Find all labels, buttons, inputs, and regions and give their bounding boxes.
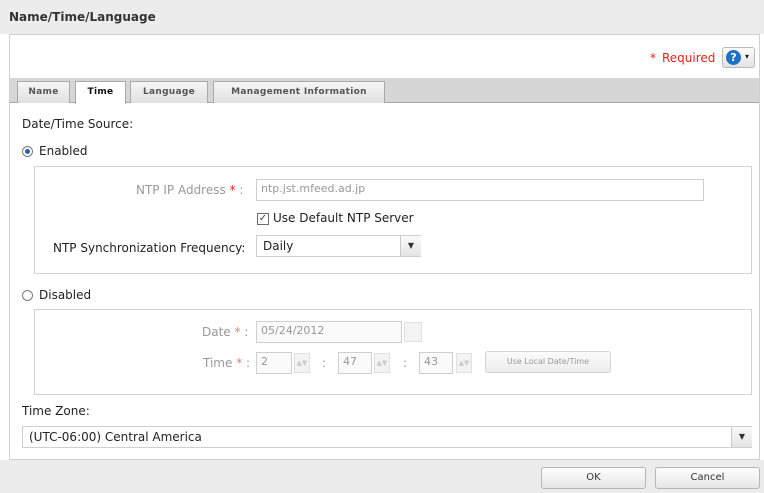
- time-hour-input[interactable]: 2: [256, 352, 292, 374]
- ok-button[interactable]: OK: [541, 467, 646, 489]
- time-minute-spinner-icon[interactable]: ▲▼: [374, 353, 390, 373]
- help-icon: ?: [726, 50, 741, 65]
- time-minute-input[interactable]: 47: [338, 352, 372, 374]
- tab-time[interactable]: Time: [75, 81, 126, 104]
- help-button[interactable]: ? ▾: [722, 47, 755, 68]
- time-zone-select[interactable]: (UTC-06:00) Central America ▼: [22, 426, 752, 448]
- time-hour-spinner-icon[interactable]: ▲▼: [294, 353, 310, 373]
- date-time-source-label: Date/Time Source:: [22, 117, 134, 131]
- dialog-footer: [0, 460, 764, 493]
- use-local-date-time-button[interactable]: Use Local Date/Time: [485, 351, 611, 373]
- tab-name[interactable]: Name: [17, 81, 70, 103]
- disabled-label: Disabled: [39, 288, 92, 302]
- tab-management-information[interactable]: Management Information: [213, 81, 385, 103]
- time-separator: :: [403, 356, 408, 370]
- required-label: Required: [662, 51, 716, 65]
- enabled-label: Enabled: [39, 144, 88, 158]
- use-default-ntp-checkbox[interactable]: ✓: [257, 213, 269, 225]
- date-input[interactable]: 05/24/2012: [256, 321, 402, 343]
- window-title: Name/Time/Language: [9, 10, 156, 24]
- time-second-input[interactable]: 43: [419, 352, 453, 374]
- ntp-ip-input[interactable]: ntp.jst.mfeed.ad.jp: [256, 179, 704, 201]
- tab-language[interactable]: Language: [130, 81, 208, 103]
- ntp-ip-label: NTP IP Address * :: [136, 183, 244, 197]
- time-separator: :: [322, 356, 327, 370]
- use-default-ntp-label: Use Default NTP Server: [273, 211, 414, 225]
- time-label: Time * :: [203, 356, 251, 370]
- required-asterisk: *: [650, 51, 656, 65]
- enabled-radio[interactable]: [22, 146, 33, 157]
- disabled-radio[interactable]: [22, 290, 33, 301]
- ntp-sync-frequency-select[interactable]: Daily ▼: [256, 235, 421, 257]
- time-second-spinner-icon[interactable]: ▲▼: [456, 353, 472, 373]
- calendar-icon[interactable]: [404, 322, 422, 342]
- cancel-button[interactable]: Cancel: [655, 467, 760, 489]
- ntp-sync-frequency-value: Daily: [263, 239, 294, 253]
- chevron-down-icon: ▼: [400, 236, 421, 256]
- ntp-sync-frequency-label: NTP Synchronization Frequency:: [53, 241, 246, 255]
- chevron-down-icon: ▼: [731, 427, 752, 447]
- time-zone-label: Time Zone:: [22, 404, 90, 418]
- chevron-down-icon: ▾: [745, 52, 750, 61]
- time-zone-value: (UTC-06:00) Central America: [29, 430, 202, 444]
- date-label: Date * :: [202, 325, 249, 339]
